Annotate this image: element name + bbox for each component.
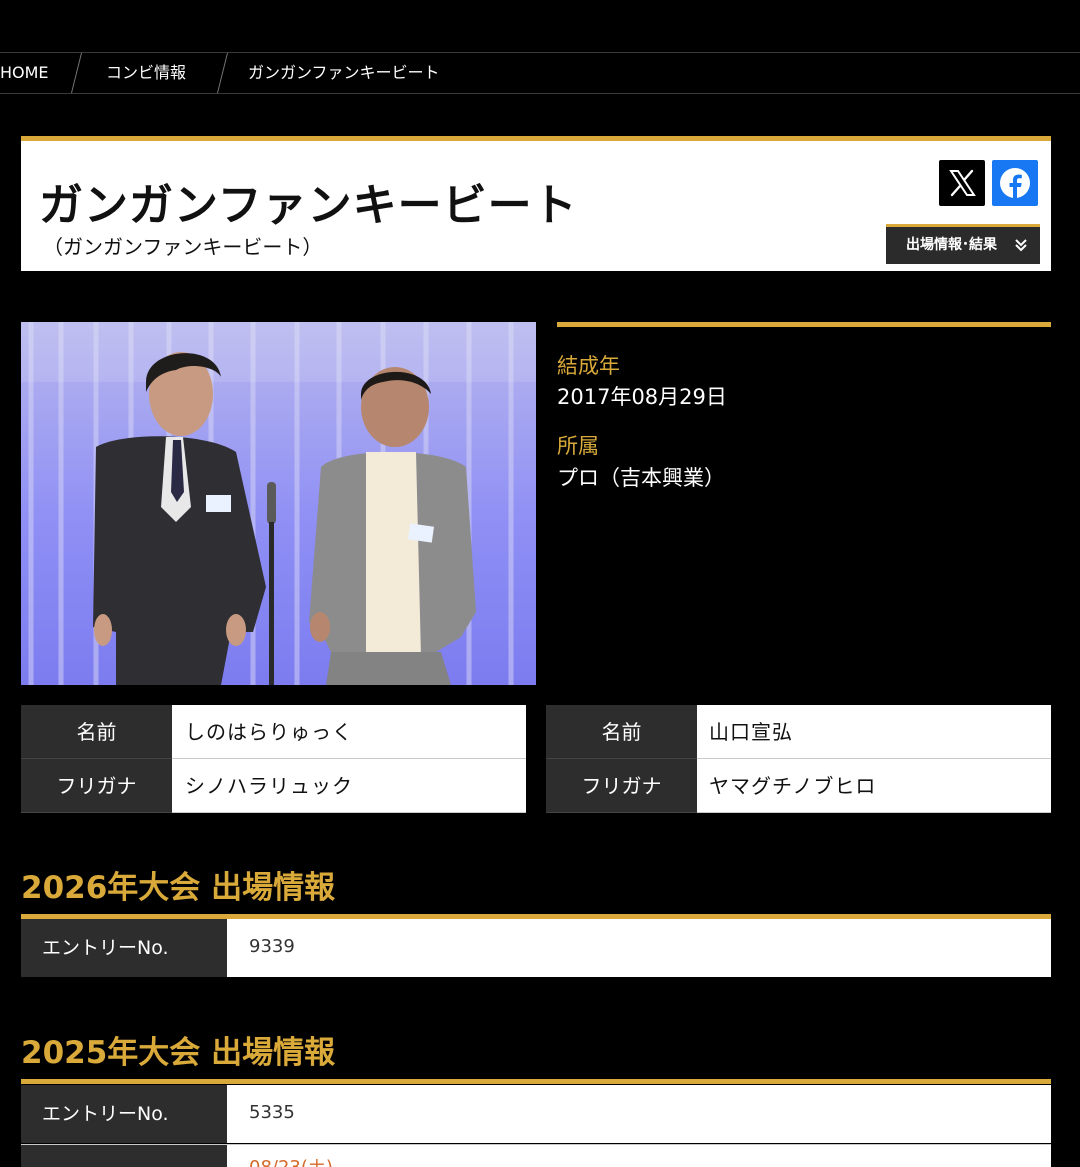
entry-date-value: 08/23(土) [249, 1159, 333, 1167]
breadcrumb-separator [71, 53, 82, 93]
section-title-2026: 2026年大会 出場情報 [21, 870, 336, 906]
entry-number-value: 9339 [249, 936, 295, 957]
member-name-value: 山口宣弘 [709, 720, 793, 744]
results-button-label: 出場情報･結果 [906, 237, 997, 253]
facebook-icon [1000, 168, 1030, 198]
member-furigana-row: フリガナ シノハラリュック [21, 759, 526, 813]
entry-number-row: エントリーNo. 5335 [21, 1085, 1051, 1143]
member-table-2: 名前 山口宣弘 フリガナ ヤマグチノブヒロ [546, 705, 1051, 813]
member-table-1: 名前 しのはらりゅっく フリガナ シノハラリュック [21, 705, 526, 813]
affiliation-label: 所属 [557, 434, 599, 458]
share-facebook-button[interactable] [992, 160, 1038, 206]
page-title: ガンガンファンキービート [39, 180, 578, 231]
member-name-row: 名前 山口宣弘 [546, 705, 1051, 759]
x-icon [949, 169, 976, 197]
breadcrumb-combi-info-link[interactable]: コンビ情報 [106, 53, 186, 93]
formed-year-value: 2017年08月29日 [557, 385, 727, 409]
breadcrumb: HOME コンビ情報 ガンガンファンキービート [0, 52, 1080, 94]
page-subtitle-reading: （ガンガンファンキービート） [43, 235, 323, 259]
entry-date-row: 08/23(土) [21, 1144, 1051, 1167]
share-x-button[interactable] [939, 160, 985, 206]
affiliation-value: プロ（吉本興業） [557, 466, 725, 490]
member-furigana-label: フリガナ [546, 759, 697, 813]
entry-date-label [21, 1145, 227, 1167]
member-furigana-value: ヤマグチノブヒロ [709, 774, 877, 798]
member-name-label: 名前 [21, 705, 172, 759]
entry-number-label: エントリーNo. [21, 1085, 227, 1143]
section-title-2025: 2025年大会 出場情報 [21, 1035, 336, 1071]
member-furigana-label: フリガナ [21, 759, 172, 813]
results-toggle-button[interactable]: 出場情報･結果 [886, 224, 1040, 264]
breadcrumb-home-link[interactable]: HOME [0, 53, 49, 93]
entry-number-label: エントリーNo. [21, 919, 227, 977]
formed-year-label: 結成年 [557, 354, 620, 378]
member-name-label: 名前 [546, 705, 697, 759]
breadcrumb-current: ガンガンファンキービート [248, 63, 440, 82]
member-name-row: 名前 しのはらりゅっく [21, 705, 526, 759]
info-divider [557, 322, 1051, 327]
combi-header-card: ガンガンファンキービート （ガンガンファンキービート） 出場情報･結果 [21, 136, 1051, 271]
combi-photo [21, 322, 536, 685]
member-furigana-value: シノハラリュック [185, 774, 353, 798]
section-divider [21, 1079, 1051, 1084]
double-chevron-down-icon [1015, 239, 1027, 252]
entry-number-value: 5335 [249, 1102, 295, 1123]
entry-number-row: エントリーNo. 9339 [21, 919, 1051, 977]
member-name-value: しのはらりゅっく [185, 720, 353, 744]
breadcrumb-separator [217, 53, 228, 93]
member-furigana-row: フリガナ ヤマグチノブヒロ [546, 759, 1051, 813]
